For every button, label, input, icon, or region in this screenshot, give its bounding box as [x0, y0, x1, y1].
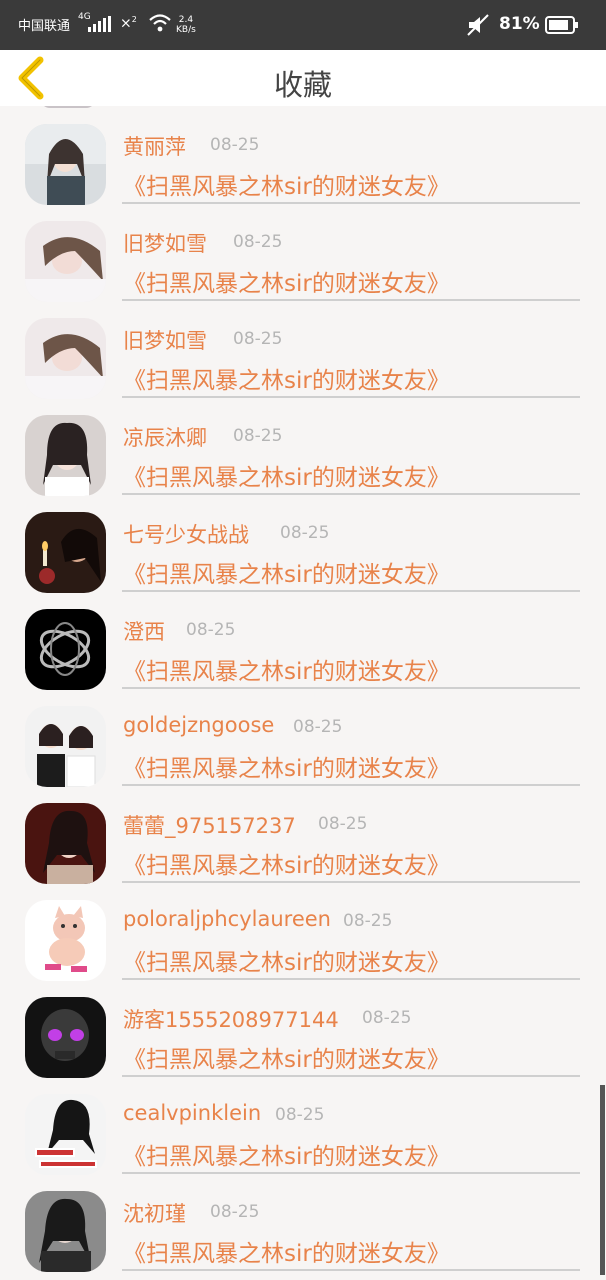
avatar[interactable] — [25, 512, 106, 593]
list-item[interactable]: 旧梦如雪 08-25 《扫黑风暴之林sir的财迷女友》 — [0, 203, 606, 302]
avatar[interactable] — [25, 803, 106, 884]
book-title-link[interactable]: 《扫黑风暴之林sir的财迷女友》 — [123, 555, 450, 589]
avatar[interactable] — [25, 221, 106, 302]
user-name: 黄丽萍 — [123, 135, 186, 159]
wifi-icon — [149, 14, 171, 32]
user-name: 七号少女战战 — [123, 523, 249, 547]
book-title-link[interactable]: 《扫黑风暴之林sir的财迷女友》 — [123, 458, 450, 492]
book-title-link[interactable]: 《扫黑风暴之林sir的财迷女友》 — [123, 167, 450, 201]
book-title-link[interactable]: 《扫黑风暴之林sir的财迷女友》 — [123, 652, 450, 686]
date-label: 08-25 — [318, 814, 368, 834]
scrollbar[interactable] — [600, 1085, 605, 1275]
user-name: 沈初瑾 — [123, 1202, 186, 1226]
list-item[interactable]: 游客1555208977144 08-25 《扫黑风暴之林sir的财迷女友》 — [0, 979, 606, 1078]
avatar[interactable] — [25, 318, 106, 399]
list-item[interactable]: cealvpinklein 08-25 《扫黑风暴之林sir的财迷女友》 — [0, 1076, 606, 1175]
user-name: cealvpinklein — [123, 1101, 262, 1125]
user-name: 旧梦如雪 — [123, 232, 207, 256]
date-label: 08-25 — [275, 1105, 325, 1125]
list-item[interactable]: 蕾蕾_975157237 08-25 《扫黑风暴之林sir的财迷女友》 — [0, 785, 606, 884]
signal-icon — [88, 16, 111, 32]
date-label: 08-25 — [233, 329, 283, 349]
user-name: 游客1555208977144 — [123, 1008, 339, 1032]
user-name: goldejzngoose — [123, 713, 275, 737]
net-speed-value: 2.4 — [178, 15, 194, 25]
date-label: 08-25 — [210, 135, 260, 155]
book-title-link[interactable]: 《扫黑风暴之林sir的财迷女友》 — [123, 1234, 450, 1268]
avatar[interactable] — [25, 124, 106, 205]
date-label: 08-25 — [343, 911, 393, 931]
book-title-link[interactable]: 《扫黑风暴之林sir的财迷女友》 — [123, 846, 450, 880]
date-label: 08-25 — [362, 1008, 412, 1028]
user-name: 旧梦如雪 — [123, 329, 207, 353]
book-title-link[interactable]: 《扫黑风暴之林sir的财迷女友》 — [123, 361, 450, 395]
net-speed: 2.4 KB/s — [176, 15, 196, 35]
avatar[interactable] — [25, 1191, 106, 1272]
avatar[interactable] — [25, 1094, 106, 1175]
list-item[interactable]: 凉辰沐卿 08-25 《扫黑风暴之林sir的财迷女友》 — [0, 397, 606, 496]
mute-icon — [467, 14, 489, 36]
book-title-link[interactable]: 《扫黑风暴之林sir的财迷女友》 — [123, 943, 450, 977]
battery-percent: 81% — [499, 14, 540, 34]
avatar[interactable] — [25, 900, 106, 981]
sim2-label: 2 — [131, 15, 137, 24]
list-item[interactable]: 七号少女战战 08-25 《扫黑风暴之林sir的财迷女友》 — [0, 494, 606, 593]
date-label: 08-25 — [233, 232, 283, 252]
book-title-link[interactable]: 《扫黑风暴之林sir的财迷女友》 — [123, 264, 450, 298]
user-name: poloraljphcylaureen — [123, 907, 331, 931]
avatar[interactable] — [25, 706, 106, 787]
list-item[interactable]: poloraljphcylaureen 08-25 《扫黑风暴之林sir的财迷女… — [0, 882, 606, 981]
app-header: 收藏 — [0, 50, 606, 106]
list-item[interactable]: goldejzngoose 08-25 《扫黑风暴之林sir的财迷女友》 — [0, 688, 606, 787]
page-title: 收藏 — [273, 68, 332, 102]
battery-icon — [545, 16, 578, 34]
avatar[interactable] — [25, 997, 106, 1078]
net-speed-unit: KB/s — [176, 25, 196, 35]
date-label: 08-25 — [210, 1202, 260, 1222]
list-item[interactable]: 沈初瑾 08-25 《扫黑风暴之林sir的财迷女友》 — [0, 1173, 606, 1272]
date-label: 08-25 — [186, 620, 236, 640]
favorites-list[interactable]: 黄丽萍 08-25 《扫黑风暴之林sir的财迷女友》 旧梦如雪 08-25 《扫… — [0, 106, 606, 1280]
book-title-link[interactable]: 《扫黑风暴之林sir的财迷女友》 — [123, 1137, 450, 1171]
carrier-label: 中国联通 — [18, 19, 71, 34]
avatar[interactable] — [25, 415, 106, 496]
user-name: 澄西 — [123, 620, 165, 644]
user-name: 蕾蕾_975157237 — [123, 814, 296, 838]
book-title-link[interactable]: 《扫黑风暴之林sir的财迷女友》 — [123, 749, 450, 783]
date-label: 08-25 — [280, 523, 330, 543]
avatar[interactable] — [25, 609, 106, 690]
date-label: 08-25 — [233, 426, 283, 446]
date-label: 08-25 — [293, 717, 343, 737]
book-title-link[interactable]: 《扫黑风暴之林sir的财迷女友》 — [123, 1040, 450, 1074]
list-item[interactable]: 澄西 08-25 《扫黑风暴之林sir的财迷女友》 — [0, 591, 606, 690]
user-name: 凉辰沐卿 — [123, 426, 207, 450]
no-sim-icon: ⨯2 — [120, 15, 137, 32]
list-item[interactable]: 旧梦如雪 08-25 《扫黑风暴之林sir的财迷女友》 — [0, 300, 606, 399]
status-bar: 中国联通 4G ⨯2 2.4 KB/s 81% — [0, 0, 606, 50]
divider — [122, 1269, 580, 1271]
list-item[interactable]: 黄丽萍 08-25 《扫黑风暴之林sir的财迷女友》 — [0, 106, 606, 205]
